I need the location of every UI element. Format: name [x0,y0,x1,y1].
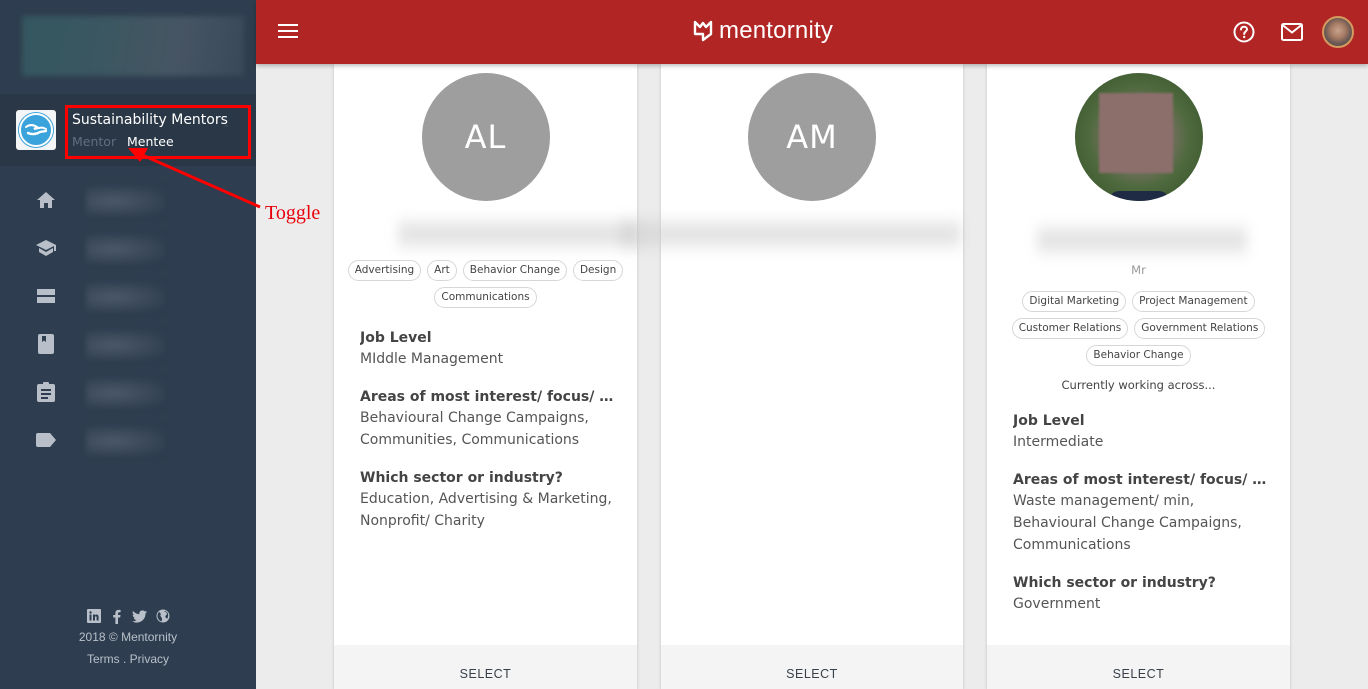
tag: Behavior Change [1086,345,1191,366]
field-label: Which sector or industry? [360,470,563,486]
tag: Government Relations [1134,318,1266,339]
help-button[interactable] [1226,14,1262,50]
select-mentor-button[interactable]: SELECT [661,645,963,689]
sidebar-item-resources[interactable] [0,322,256,370]
mentor-name-blurred [398,214,638,254]
mentor-name-blurred [1037,220,1247,260]
mentor-avatar-initials: AL [421,73,550,201]
select-mentor-button[interactable]: SELECT [987,645,1290,689]
brand-name: mentornity [719,17,834,44]
sidebar-item-tags[interactable] [0,418,256,466]
mentor-fields: Job Level MIddle Management Areas of mos… [360,328,617,549]
sidebar-item-label-blurred [86,282,164,312]
field-areas-of-interest: Areas of most interest/ focus/ ex... Beh… [360,387,617,451]
tag: Communications [434,287,537,308]
avatar-shirt [1108,191,1169,201]
twitter-icon[interactable] [132,609,147,624]
privacy-link[interactable]: Privacy [130,652,169,666]
field-label: Which sector or industry? [1013,575,1216,591]
field-value: Education, Advertising & Marketing, Nonp… [360,491,612,529]
field-job-level: Job Level MIddle Management [360,328,617,370]
sidebar-item-list[interactable] [0,274,256,322]
field-value: MIddle Management [360,351,504,367]
mentor-card: AM SELECT [621,64,963,689]
legal-links: Terms . Privacy [0,652,256,666]
menu-icon[interactable] [278,24,298,40]
list-icon [34,284,58,308]
tag: Behavior Change [462,260,567,281]
field-job-level: Job Level Intermediate [1013,411,1270,453]
user-avatar[interactable] [1322,16,1354,48]
mentor-card: AL Advertising Art Behavior Change Desig… [334,64,638,689]
mentor-tags: Advertising Art Behavior Change Design C… [344,260,627,308]
mentor-avatar-initials: AM [748,73,876,201]
field-sector: Which sector or industry? Education, Adv… [360,468,617,532]
linkedin-icon[interactable] [86,609,101,624]
tag: Project Management [1132,291,1255,312]
sidebar-item-label-blurred [86,426,164,456]
field-value: Government [1013,596,1101,612]
tag: Digital Marketing [1022,291,1127,312]
home-icon [34,188,58,212]
organization-logo [16,110,56,150]
field-value: Intermediate [1013,434,1104,450]
field-value: Behavioural Change Campaigns, Communitie… [360,410,589,448]
label-icon [34,428,58,452]
toggle-highlight-box [65,105,251,159]
school-icon [34,236,58,260]
book-icon [34,332,58,356]
toggle-annotation-label: Toggle [265,202,321,224]
tag: Art [427,260,457,281]
sidebar-banner-blurred [22,16,244,76]
field-areas-of-interest: Areas of most interest/ focus/ ex... Was… [1013,470,1270,556]
assignment-icon [34,380,58,404]
terms-link[interactable]: Terms [87,652,120,666]
field-label: Job Level [1013,413,1085,429]
mail-icon [1281,23,1303,41]
mentor-card: Mr Digital Marketing Project Management … [987,64,1290,689]
sidebar-footer: 2018 © Mentornity Terms . Privacy [0,606,256,666]
legal-separator: . [119,652,130,666]
field-label: Areas of most interest/ focus/ ex... [1013,472,1270,488]
mentor-title: Mr [1131,263,1146,277]
tag: Customer Relations [1011,318,1129,339]
sidebar-item-label-blurred [86,186,164,216]
messages-button[interactable] [1274,14,1310,50]
sidebar-item-label-blurred [86,378,164,408]
mentor-name-blurred [621,214,961,254]
sidebar-item-label-blurred [86,330,164,360]
help-icon [1233,21,1255,43]
handshake-icon [25,124,47,136]
sidebar-item-home[interactable] [0,178,256,226]
field-sector: Which sector or industry? Government [1013,573,1270,615]
globe-icon[interactable] [155,609,170,624]
field-label: Areas of most interest/ focus/ ex... [360,389,617,405]
tag: Design [572,260,624,281]
brand-logo[interactable]: mentornity [693,17,833,45]
mentornity-logo-icon [693,20,713,42]
field-value: Waste management/ min, Behavioural Chang… [1013,493,1242,553]
mentor-avatar-photo [1074,73,1203,201]
facebook-icon[interactable] [109,609,124,624]
social-links [0,606,256,626]
sidebar: Sustainability Mentors Mentor Mentee ⌃ 2… [0,0,256,689]
sidebar-item-programs[interactable] [0,226,256,274]
mentor-tags: Digital Marketing Project Management Cus… [997,291,1280,366]
field-label: Job Level [360,330,432,346]
topbar: mentornity [256,0,1368,64]
sidebar-item-label-blurred [86,234,164,264]
mentor-fields: Job Level Intermediate Areas of most int… [1013,411,1270,632]
topbar-actions [1214,14,1354,50]
copyright-text: 2018 © Mentornity [78,630,178,644]
select-mentor-button[interactable]: SELECT [334,645,637,689]
sidebar-nav [0,178,256,466]
mentor-blurb: Currently working across... [1061,378,1216,392]
tag: Advertising [347,260,422,281]
blurred-face [1098,93,1173,173]
sidebar-item-assignments[interactable] [0,370,256,418]
